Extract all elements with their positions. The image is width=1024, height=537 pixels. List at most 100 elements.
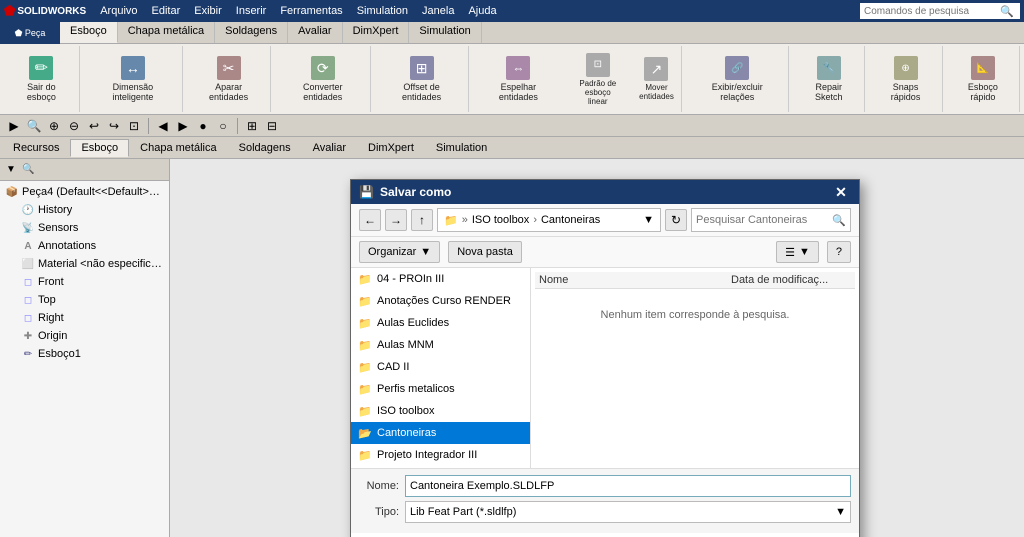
type-select[interactable]: Lib Feat Part (*.sldlfp) ▼ (405, 501, 851, 523)
sair-esboço-button[interactable]: ✏ Sair do esboço (8, 54, 75, 104)
tree-item-material[interactable]: ⬜ Material <não especificado> (18, 255, 167, 273)
menu-inserir[interactable]: Inserir (230, 3, 273, 19)
dialog-title-icon: 💾 (359, 185, 374, 199)
dialog-options: Salvar como Salvar como cópia e continua… (351, 533, 859, 537)
espelhar-entidades-button[interactable]: ⇔ Espelhar entidades (477, 54, 560, 104)
filename-input[interactable] (405, 475, 851, 497)
back-button[interactable]: ← (359, 209, 381, 231)
subtab-simulation[interactable]: Simulation (425, 139, 498, 157)
menu-simulation[interactable]: Simulation (351, 3, 414, 19)
ribbon-tab-chapa[interactable]: Chapa metálica (118, 22, 215, 43)
col-date-header[interactable]: Data de modificaç... (731, 274, 851, 286)
snaps-rapidos-button[interactable]: ⊕ Snaps rápidos (873, 54, 937, 104)
subtab-chapa[interactable]: Chapa metálica (129, 139, 227, 157)
menu-janela[interactable]: Janela (416, 3, 460, 19)
menu-exibir[interactable]: Exibir (188, 3, 228, 19)
toolbar2-btn7[interactable]: ⊡ (124, 117, 144, 135)
tree-item-origin[interactable]: ✚ Origin (18, 327, 167, 345)
folder-projeto[interactable]: 📁 Projeto Integrador III (351, 444, 530, 466)
tree-item-top[interactable]: ◻ Top (18, 291, 167, 309)
folder-04proin[interactable]: 📁 04 - PROIn III (351, 268, 530, 290)
sensors-icon: 📡 (20, 220, 36, 236)
folder-icon: 📂 (357, 425, 373, 441)
search-input[interactable] (860, 6, 1000, 17)
tree-item-esboço1[interactable]: ✏ Esboço1 (18, 345, 167, 363)
folder-label: 04 - PROIn III (377, 273, 444, 285)
tree-item-peca4[interactable]: 📦 Peça4 (Default<<Default>_Phot (2, 183, 167, 201)
toolbar2-btn3[interactable]: ⊕ (44, 117, 64, 135)
dialog-close-button[interactable]: ✕ (831, 182, 851, 202)
type-field-row: Tipo: Lib Feat Part (*.sldlfp) ▼ (359, 501, 851, 523)
toolbar2-btn13[interactable]: ⊟ (262, 117, 282, 135)
organize-dropdown-icon: ▼ (420, 246, 431, 258)
col-name-header[interactable]: Nome (539, 274, 731, 286)
toolbar2-btn6[interactable]: ↪ (104, 117, 124, 135)
refresh-button[interactable]: ↻ (665, 209, 687, 231)
type-dropdown-icon[interactable]: ▼ (835, 506, 846, 518)
breadcrumb-dropdown-icon[interactable]: ▼ (643, 214, 654, 226)
folder-cantoneiras[interactable]: 📂 Cantoneiras (351, 422, 530, 444)
offset-entidades-button[interactable]: ⊞ Offset de entidades (379, 54, 463, 104)
esboço-rapido-button[interactable]: 📐 Esboço rápido (951, 54, 1015, 104)
new-folder-button[interactable]: Nova pasta (448, 241, 522, 263)
ribbon-group-converter: ⟳ Converter entidades (275, 46, 371, 112)
folder-perfis[interactable]: 📁 Perfis metalicos (351, 378, 530, 400)
ribbon-tab-simulation[interactable]: Simulation (409, 22, 481, 43)
folder-label: Aulas MNM (377, 339, 434, 351)
help-button[interactable]: ? (827, 241, 851, 263)
padrao-esboço-linear-button[interactable]: ⊡ Padrão de esboçolinear (562, 51, 633, 108)
toolbar2-btn1[interactable]: ▶ (4, 117, 24, 135)
toolbar2-btn9[interactable]: ▶ (173, 117, 193, 135)
folder-mnm[interactable]: 📁 Aulas MNM (351, 334, 530, 356)
exibir-excluir-relacoes-button[interactable]: 🔗 Exibir/excluir relações (690, 54, 784, 104)
subtab-dimxpert[interactable]: DimXpert (357, 139, 425, 157)
up-button[interactable]: ↑ (411, 209, 433, 231)
repair-sketch-button[interactable]: 🔧 Repair Sketch (797, 54, 860, 104)
subtab-soldagens[interactable]: Soldagens (228, 139, 302, 157)
ribbon-tab-dimxpert[interactable]: DimXpert (343, 22, 410, 43)
folder-anotacoes[interactable]: 📁 Anotações Curso RENDER (351, 290, 530, 312)
search-box[interactable]: 🔍 (860, 3, 1020, 19)
toolbar2-btn4[interactable]: ⊖ (64, 117, 84, 135)
breadcrumb[interactable]: 📁 » ISO toolbox › Cantoneiras ▼ (437, 208, 661, 232)
forward-button[interactable]: → (385, 209, 407, 231)
toolbar2-btn5[interactable]: ↩ (84, 117, 104, 135)
tree-item-right[interactable]: ◻ Right (18, 309, 167, 327)
toolbar2-btn12[interactable]: ⊞ (242, 117, 262, 135)
ribbon-tab-soldagens[interactable]: Soldagens (215, 22, 288, 43)
dialog-search-input[interactable] (696, 214, 832, 226)
view-button[interactable]: ☰ ▼ (776, 241, 819, 263)
ribbon-tab-sketch[interactable]: Esboço (60, 22, 118, 43)
menu-arquivo[interactable]: Arquivo (94, 3, 143, 19)
toolbar2-btn8[interactable]: ◀ (153, 117, 173, 135)
toolbar2-btn10[interactable]: ● (193, 117, 213, 135)
folder-cad2[interactable]: 📁 CAD II (351, 356, 530, 378)
tree-item-sensors[interactable]: 📡 Sensors (18, 219, 167, 237)
subtab-avaliar[interactable]: Avaliar (302, 139, 357, 157)
subtab-recursos[interactable]: Recursos (2, 139, 70, 157)
tree-item-front[interactable]: ◻ Front (18, 273, 167, 291)
view-icon: ☰ (785, 246, 795, 259)
toolbar2-btn11[interactable]: ○ (213, 117, 233, 135)
dimensao-inteligente-button[interactable]: ↔ Dimensão inteligente (88, 54, 178, 104)
tree-item-history[interactable]: 🕐 History (18, 201, 167, 219)
tree-item-annotations[interactable]: A Annotations (18, 237, 167, 255)
toolbar2-btn2[interactable]: 🔍 (24, 117, 44, 135)
menu-editar[interactable]: Editar (146, 3, 187, 19)
folder-isotoolbox[interactable]: 📁 ISO toolbox (351, 400, 530, 422)
menu-ferramentas[interactable]: Ferramentas (274, 3, 348, 19)
dialog-search[interactable]: 🔍 (691, 208, 851, 232)
tree-label-front: Front (38, 276, 64, 288)
lp-filter-btn[interactable]: ▼ (2, 162, 20, 178)
name-field-row: Nome: (359, 475, 851, 497)
subtab-esboço[interactable]: Esboço (70, 139, 129, 157)
ribbon-tab-avaliar[interactable]: Avaliar (288, 22, 342, 43)
menu-ajuda[interactable]: Ajuda (462, 3, 502, 19)
aparar-entidades-button[interactable]: ✂ Aparar entidades (191, 54, 266, 104)
folder-label: Perfis metalicos (377, 383, 455, 395)
sketch-canvas-area[interactable]: 12 40 5 (170, 159, 1024, 537)
mover-entidades-button[interactable]: ↗ Moverentidades (636, 55, 678, 103)
folder-euclides[interactable]: 📁 Aulas Euclides (351, 312, 530, 334)
converter-entidades-button[interactable]: ⟳ Converter entidades (279, 54, 366, 104)
organize-button[interactable]: Organizar ▼ (359, 241, 440, 263)
